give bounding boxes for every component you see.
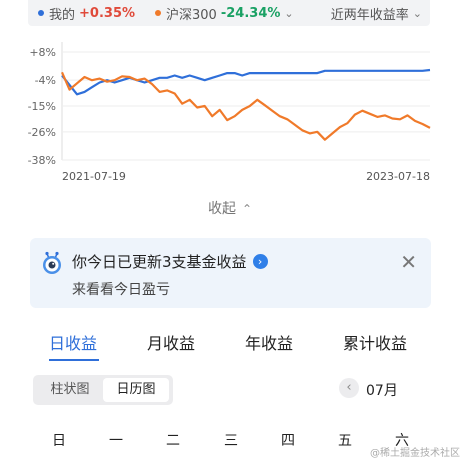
y-tick-label: -26% [28,126,56,139]
series-line-mine [61,68,431,96]
view-toggle: 柱状图 日历图 [33,375,173,405]
legend-value: -24.34% [220,5,281,21]
x-tick-label: 2021-07-19 [62,170,126,183]
legend-item-benchmark[interactable]: 沪深300 -24.34% ⌄ [145,4,294,23]
legend-value: +0.35% [79,5,136,21]
y-tick-label: -4% [35,74,56,87]
weekday-tue: 二 [166,433,180,449]
prev-month-icon[interactable]: ‹ [339,378,359,398]
collapse-label: 收起 [207,201,236,217]
weekday-fri: 五 [338,433,352,449]
x-tick-label: 2023-07-18 [366,170,430,183]
watermark: @稀土掘金技术社区 [370,448,460,459]
tab-cumulative[interactable]: 累计收益 [343,330,407,354]
tab-yearly[interactable]: 年收益 [245,330,293,354]
collapse-toggle[interactable]: 收起 ⌃ [0,198,460,218]
y-tick-label: -38% [28,154,56,167]
notice-title-text: 你今日已更新3支基金收益 [72,253,247,271]
weekday-mon: 一 [109,433,123,449]
earnings-tabs: 日收益 月收益 年收益 累计收益 [0,330,460,362]
close-icon[interactable]: ✕ [400,250,417,274]
legend-label: 沪深300 [166,7,217,23]
toggle-calendar[interactable]: 日历图 [103,378,169,402]
y-tick-label: +8% [29,46,56,59]
series-dot [38,10,44,16]
period-label: 近两年收益率 [330,7,409,23]
toggle-bar-chart[interactable]: 柱状图 [37,378,103,402]
notice-title[interactable]: 你今日已更新3支基金收益 › [72,251,268,272]
tab-monthly[interactable]: 月收益 [147,330,195,354]
legend-item-mine: 我的 +0.35% [28,4,135,23]
period-selector[interactable]: 近两年收益率 ⌄ [331,4,422,23]
update-notice-card[interactable]: 你今日已更新3支基金收益 › 来看看今日盈亏 ✕ [30,238,431,308]
notice-subtitle: 来看看今日盈亏 [72,282,170,298]
chevron-down-icon: ⌄ [412,6,422,20]
tab-daily[interactable]: 日收益 [49,330,97,354]
weekday-sun: 日 [52,433,66,449]
legend-label: 我的 [49,7,76,23]
chart-legend-bar: 我的 +0.35% 沪深300 -24.34% ⌄ 近两年收益率 ⌄ [28,0,430,26]
series-dot [155,10,162,16]
weekday-wed: 三 [224,433,238,449]
y-tick-label: -15% [28,100,56,113]
active-tab-indicator [49,359,99,361]
chevron-up-icon: ⌃ [241,202,253,216]
arrow-right-icon[interactable]: › [252,254,268,269]
chevron-down-icon[interactable]: ⌄ [284,7,293,20]
weekday-thu: 四 [281,433,295,449]
month-label: 07月 [366,383,398,399]
returns-line-chart: +8% -4% -15% -26% -38% 2021-07-19 2023-07-18 [28,42,431,183]
mascot-icon [43,251,61,274]
